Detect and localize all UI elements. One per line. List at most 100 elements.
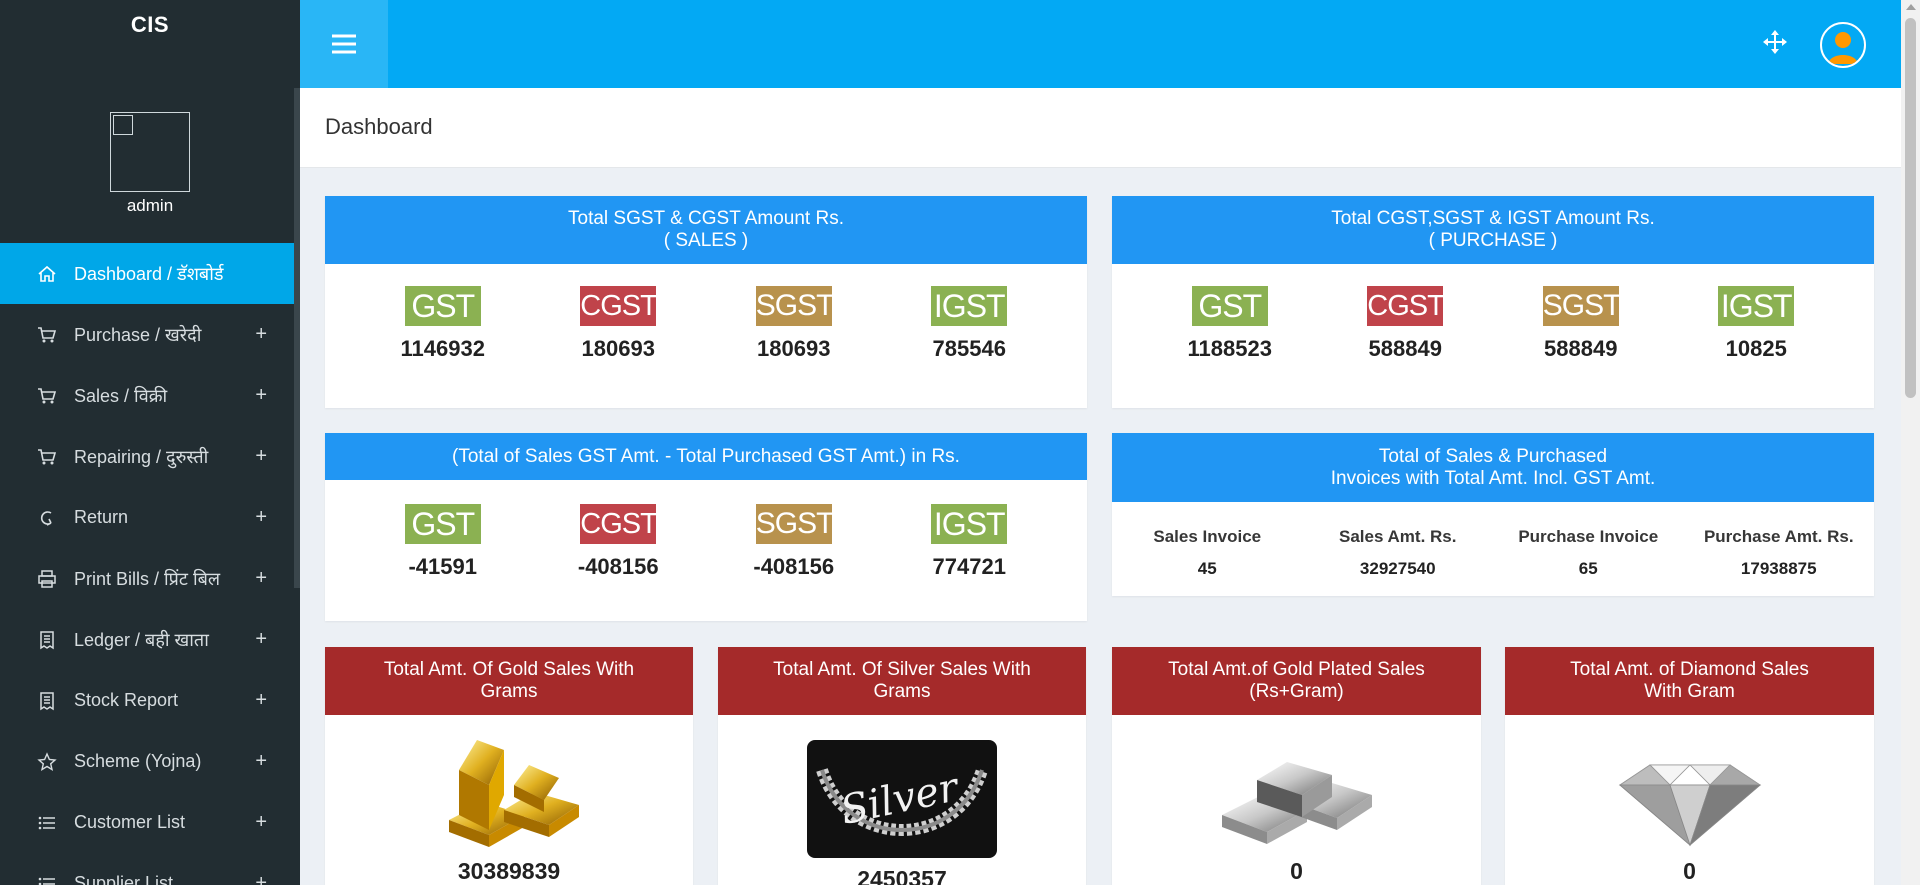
- sidebar-item-dashboard[interactable]: Dashboard / डॅशबोर्ड: [0, 243, 300, 304]
- sidebar-item-sales[interactable]: Sales / विक्री +: [0, 365, 300, 426]
- panel-title: Total Amt.of Gold Plated Sales: [1168, 659, 1425, 680]
- diamond-sales-header: Total Amt. of Diamond Sales With Gram: [1505, 647, 1874, 715]
- gst-stat: GST 1188523: [1155, 286, 1305, 362]
- username: admin: [126, 196, 174, 215]
- expand-plus-icon[interactable]: +: [255, 567, 267, 590]
- gold-sales-panel: Total Amt. Of Gold Sales With Grams 3038…: [325, 647, 693, 885]
- panel-subtitle: Invoices with Total Amt. Incl. GST Amt.: [1330, 467, 1656, 489]
- menu-toggle-button[interactable]: [300, 0, 388, 88]
- expand-plus-icon[interactable]: +: [255, 750, 267, 773]
- sidebar-item-print-bills[interactable]: Print Bills / प्रिंट बिल +: [0, 548, 300, 609]
- igst-value: 774721: [932, 554, 1006, 579]
- sgst-stat: SGST 588849: [1506, 286, 1656, 362]
- panel-title: (Total of Sales GST Amt. - Total Purchas…: [452, 445, 960, 467]
- gst-row: GST -41591 CGST -408156 SGST -408156 IGST 77…: [325, 480, 1087, 580]
- page-scrollbar[interactable]: [1901, 0, 1920, 885]
- sidebar-item-label: Stock Report: [74, 690, 179, 710]
- stat-label: Purchase Invoice: [1518, 527, 1659, 546]
- stat-value: 32927540: [1359, 559, 1436, 578]
- user-panel: admin: [0, 88, 300, 243]
- sgst-badge: SGST: [755, 504, 834, 544]
- content-header: Dashboard: [300, 88, 1901, 168]
- list-icon: [36, 812, 58, 834]
- expand-plus-icon[interactable]: +: [255, 628, 267, 651]
- expand-plus-icon[interactable]: +: [255, 811, 267, 834]
- gold-plated-sales-value: 0: [1290, 858, 1303, 884]
- stat-value: 65: [1578, 559, 1598, 578]
- sidebar-item-customer-list[interactable]: Customer List +: [0, 792, 300, 853]
- igst-badge: IGST: [931, 286, 1008, 326]
- scroll-up-arrow-icon[interactable]: [1906, 4, 1916, 10]
- invoice-stat: Sales Invoice 45: [1112, 527, 1303, 579]
- gst-value: -41591: [408, 554, 477, 579]
- gold-sales-header: Total Amt. Of Gold Sales With Grams: [325, 647, 693, 715]
- sidebar-item-scheme[interactable]: Scheme (Yojna) +: [0, 731, 300, 792]
- sidebar-item-label: Ledger / बही खाता: [74, 629, 209, 650]
- gst-badge: GST: [404, 286, 481, 326]
- sidebar-item-label: Purchase / खरेदी: [74, 324, 202, 345]
- cgst-badge: CGST: [580, 286, 658, 326]
- sales-gst-panel: Total SGST & CGST Amount Rs. ( SALES ) G…: [325, 196, 1087, 408]
- panel-title: Total Amt. Of Gold Sales With: [383, 659, 635, 680]
- panel-subtitle: (Rs+Gram): [1249, 681, 1344, 702]
- silver-sales-panel: Total Amt. Of Silver Sales With Grams Si…: [718, 647, 1086, 885]
- sidebar-item-label: Repairing / दुरुस्ती: [74, 446, 209, 467]
- invoice-stat: Purchase Invoice 65: [1493, 527, 1684, 579]
- igst-value: 785546: [932, 336, 1006, 361]
- panel-title: Total Amt. Of Silver Sales With: [773, 659, 1031, 680]
- diamond-sales-value: 0: [1683, 858, 1696, 884]
- expand-plus-icon[interactable]: +: [255, 689, 267, 712]
- gst-stat: GST -41591: [368, 504, 518, 580]
- user-menu-avatar[interactable]: [1820, 22, 1866, 68]
- diamond-image: [1505, 715, 1874, 850]
- silver-chain-image: Silver: [718, 715, 1086, 858]
- user-image: [110, 112, 190, 192]
- expand-plus-icon[interactable]: +: [255, 384, 267, 407]
- fullscreen-button[interactable]: [1759, 26, 1791, 58]
- gst-value: 1188523: [1187, 336, 1272, 361]
- broken-image-icon: [113, 115, 133, 135]
- expand-plus-icon[interactable]: +: [255, 506, 267, 529]
- home-icon: [36, 263, 58, 285]
- igst-stat: IGST 785546: [894, 286, 1044, 362]
- brand-logo[interactable]: CIS: [0, 0, 300, 88]
- gst-difference-panel: (Total of Sales GST Amt. - Total Purchas…: [325, 433, 1087, 621]
- topbar: [300, 0, 1901, 88]
- sgst-badge: SGST: [1542, 286, 1621, 326]
- sidebar-item-supplier-list[interactable]: Supplier List +: [0, 853, 300, 885]
- gst-badge: GST: [404, 504, 481, 544]
- sales-gst-header: Total SGST & CGST Amount Rs. ( SALES ): [325, 196, 1087, 264]
- gst-difference-header: (Total of Sales GST Amt. - Total Purchas…: [325, 433, 1087, 480]
- sidebar-item-label: Supplier List: [74, 873, 174, 885]
- panel-title: Total SGST & CGST Amount Rs.: [568, 208, 844, 229]
- panel-title: Total CGST,SGST & IGST Amount Rs.: [1331, 208, 1655, 229]
- invoices-panel: Total of Sales & Purchased Invoices with…: [1112, 433, 1874, 596]
- gold-bars-image: [325, 715, 693, 850]
- sidebar-item-label: Dashboard / डॅशबोर्ड: [74, 263, 224, 284]
- return-icon: [36, 507, 58, 529]
- invoice-stat: Purchase Amt. Rs. 17938875: [1684, 527, 1875, 579]
- scrollbar-thumb[interactable]: [1905, 18, 1916, 398]
- move-arrows-icon: [1763, 30, 1787, 54]
- sidebar-item-stock-report[interactable]: Stock Report +: [0, 670, 300, 731]
- cgst-stat: CGST 180693: [543, 286, 693, 362]
- sidebar-item-return[interactable]: Return +: [0, 487, 300, 548]
- expand-plus-icon[interactable]: +: [255, 323, 267, 346]
- sidebar-item-purchase[interactable]: Purchase / खरेदी +: [0, 304, 300, 365]
- invoice-stats-row: Sales Invoice 45 Sales Amt. Rs. 32927540 P…: [1112, 502, 1874, 579]
- sgst-value: 588849: [1544, 336, 1618, 361]
- sidebar-item-repairing[interactable]: Repairing / दुरुस्ती +: [0, 426, 300, 487]
- igst-badge: IGST: [1718, 286, 1795, 326]
- sgst-value: -408156: [753, 554, 835, 579]
- expand-plus-icon[interactable]: +: [255, 872, 267, 885]
- cgst-value: 588849: [1368, 336, 1442, 361]
- user-icon: [1828, 32, 1858, 64]
- panel-subtitle: Grams: [480, 681, 538, 702]
- stat-value: 45: [1197, 559, 1217, 578]
- expand-plus-icon[interactable]: +: [255, 445, 267, 468]
- panel-subtitle: ( PURCHASE ): [1428, 230, 1558, 251]
- sidebar-item-ledger[interactable]: Ledger / बही खाता +: [0, 609, 300, 670]
- diamond-sales-panel: Total Amt. of Diamond Sales With Gram 0: [1505, 647, 1874, 885]
- cgst-badge: CGST: [580, 504, 658, 544]
- purchase-gst-panel: Total CGST,SGST & IGST Amount Rs. ( PURC…: [1112, 196, 1874, 408]
